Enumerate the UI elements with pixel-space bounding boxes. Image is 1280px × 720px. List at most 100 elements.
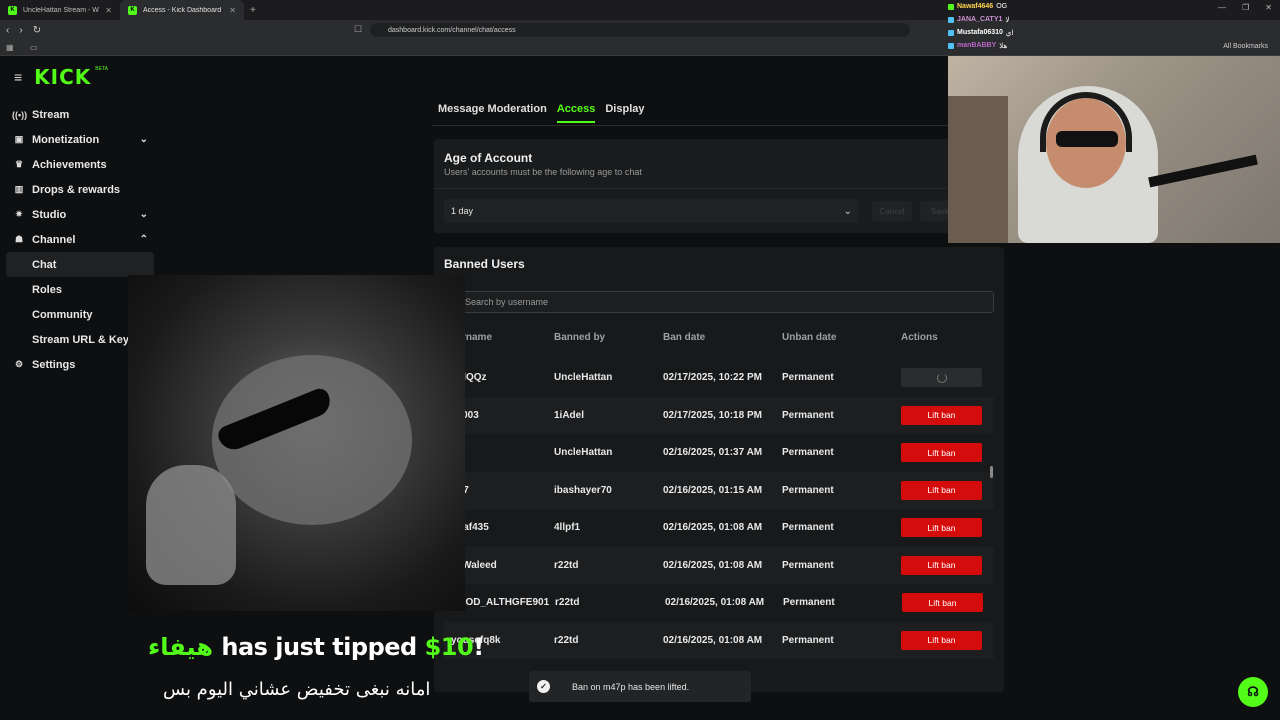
tabs-divider xyxy=(432,125,948,126)
tab-access[interactable]: Access xyxy=(556,103,596,123)
cell-unban-date: Permanent xyxy=(782,447,834,458)
window-controls: — ❐ ✕ xyxy=(1218,3,1272,12)
column-header-actions: Actions xyxy=(901,332,938,343)
close-icon[interactable]: ✕ xyxy=(229,6,236,15)
table-header: rname Banned by Ban date Unban date Acti… xyxy=(434,332,1004,348)
chat-message: هلا xyxy=(999,42,1008,50)
kick-logo[interactable]: KICK xyxy=(34,65,91,89)
lift-ban-button[interactable]: Lift ban xyxy=(901,555,982,575)
toast-notification: ✓ Ban on m47p has been lifted. xyxy=(529,671,751,702)
lift-ban-button[interactable]: Lift ban xyxy=(901,630,982,650)
table-row: mdQQz UncleHattan 02/17/2025, 10:22 PM P… xyxy=(444,359,994,397)
reload-icon[interactable]: ↻ xyxy=(33,25,41,36)
table-scrollbar[interactable] xyxy=(990,466,993,478)
video-overlay xyxy=(128,275,465,611)
chat-message: لا xyxy=(1005,16,1010,24)
cell-ban-date: 02/16/2025, 01:08 AM xyxy=(663,559,763,571)
age-select-value: 1 day xyxy=(451,206,474,216)
beta-badge: BETA xyxy=(95,66,108,72)
table-row: yousefq8k r22td 02/16/2025, 01:08 AM Per… xyxy=(444,621,994,659)
cell-unban-date: Permanent xyxy=(782,409,834,421)
sidebar-item-achievements[interactable]: ♛ Achievements xyxy=(6,152,154,177)
column-header-username[interactable]: rname xyxy=(462,332,492,343)
search-input[interactable]: Search by username xyxy=(454,291,994,313)
back-icon[interactable]: ‹ xyxy=(6,25,9,36)
age-select[interactable]: 1 day ⌄ xyxy=(444,199,858,223)
sidebar-item-monetization[interactable]: ▣ Monetization ⌄ xyxy=(6,127,154,152)
cell-ban-date: 02/16/2025, 01:08 AM xyxy=(663,522,763,533)
tab-message-moderation[interactable]: Message Moderation xyxy=(438,103,547,123)
sidebar-item-drops[interactable]: ▥ Drops & rewards xyxy=(6,177,154,202)
cancel-button[interactable]: Cancel xyxy=(872,201,912,221)
help-chat-button[interactable]: ☊ xyxy=(1238,677,1268,707)
chat-line: manBABBY هلا xyxy=(948,39,1148,52)
column-header-unban-date[interactable]: Unban date xyxy=(782,332,836,343)
tab-display[interactable]: Display xyxy=(605,103,644,123)
sidebar-item-stream[interactable]: ((•)) Stream xyxy=(6,102,154,127)
url-field[interactable]: dashboard.kick.com/channel/chat/access xyxy=(370,23,910,37)
cell-unban-date: Permanent xyxy=(782,522,834,533)
lift-ban-button[interactable]: Lift ban xyxy=(902,593,983,612)
sidebar-item-studio[interactable]: ✷ Studio ⌄ xyxy=(6,202,154,227)
check-icon: ✓ xyxy=(537,680,550,693)
tip-username: هيفاء xyxy=(148,633,214,661)
chevron-down-icon: ⌄ xyxy=(139,209,148,220)
toast-message: Ban on m47p has been lifted. xyxy=(572,681,690,692)
browser-tab[interactable]: K UncleHattan Stream - Watch Live on... … xyxy=(0,0,120,20)
apps-icon[interactable]: ▦ xyxy=(6,43,14,52)
badge-icon xyxy=(948,16,954,23)
chevron-up-icon: ⌃ xyxy=(139,234,148,245)
section-subtitle: Users' accounts must be the following ag… xyxy=(444,167,642,177)
lift-ban-button[interactable]: Lift ban xyxy=(901,405,982,425)
chat-message: OG xyxy=(996,3,1008,10)
cell-banned-by: 1iAdel xyxy=(554,409,585,421)
banned-users-card: Banned Users Search by username rname Ba… xyxy=(434,247,1004,692)
tab-title: Access - Kick Dashboard xyxy=(143,6,222,14)
lift-ban-button[interactable]: Lift ban xyxy=(901,480,982,500)
table-row: 3_Waleed r22td 02/16/2025, 01:08 AM Perm… xyxy=(444,546,994,584)
lift-ban-button[interactable]: Lift ban xyxy=(901,443,982,462)
banned-users-table: mdQQz UncleHattan 02/17/2025, 10:22 PM P… xyxy=(444,359,994,659)
cell-unban-date: Permanent xyxy=(783,597,835,608)
hamburger-menu-icon[interactable]: ≡ xyxy=(14,69,22,85)
kick-favicon-icon: K xyxy=(8,5,17,15)
chevron-down-icon: ⌄ xyxy=(843,205,852,217)
column-header-ban-date[interactable]: Ban date xyxy=(663,332,705,343)
folder-icon[interactable]: ▭ xyxy=(30,43,38,52)
dollar-icon: ▣ xyxy=(14,134,24,144)
age-of-account-card: Age of Account Users' accounts must be t… xyxy=(434,139,960,233)
browser-tab-active[interactable]: K Access - Kick Dashboard ✕ xyxy=(120,0,244,20)
cell-ban-date: 02/17/2025, 10:22 PM xyxy=(663,372,762,383)
gift-icon: ▥ xyxy=(14,184,24,194)
sidebar-item-chat[interactable]: Chat xyxy=(6,252,154,277)
cell-ban-date: 02/17/2025, 10:18 PM xyxy=(663,409,762,421)
broadcast-icon: ((•)) xyxy=(12,109,28,120)
minimize-icon[interactable]: — xyxy=(1218,3,1226,12)
sunglasses-figure xyxy=(1056,131,1118,147)
chat-message: اي xyxy=(1005,29,1014,37)
close-window-icon[interactable]: ✕ xyxy=(1265,3,1272,12)
forward-icon[interactable]: › xyxy=(19,25,22,36)
close-icon[interactable]: ✕ xyxy=(105,6,112,15)
cell-unban-date: Permanent xyxy=(782,372,834,383)
cell-banned-by: 4llpf1 xyxy=(554,522,581,533)
divider xyxy=(434,188,954,189)
new-tab-icon[interactable]: + xyxy=(244,5,262,16)
sidebar-item-channel[interactable]: ☗ Channel ⌃ xyxy=(6,227,154,252)
section-title: Banned Users xyxy=(444,257,525,271)
tip-end: ! xyxy=(473,633,484,661)
spinner-icon xyxy=(936,372,947,383)
column-header-banned-by[interactable]: Banned by xyxy=(554,332,605,343)
lift-ban-button-loading[interactable] xyxy=(901,368,982,387)
sidebar-item-label: Monetization xyxy=(32,133,100,146)
restore-icon[interactable]: ❐ xyxy=(1242,3,1249,12)
lift-ban-button[interactable]: Lift ban xyxy=(901,518,982,537)
cell-banned-by: r22td xyxy=(554,559,579,571)
bookmark-icon[interactable]: ☐ xyxy=(354,24,362,35)
table-row: qqaf435 4llpf1 02/16/2025, 01:08 AM Perm… xyxy=(444,509,994,547)
cell-banned-by: ibashayer70 xyxy=(554,484,612,496)
chat-username: Mustafa06310 xyxy=(957,29,1003,36)
all-bookmarks[interactable]: All Bookmarks xyxy=(1223,43,1268,50)
tip-amount: $10 xyxy=(424,633,474,661)
cell-ban-date: 02/16/2025, 01:08 AM xyxy=(665,597,765,608)
